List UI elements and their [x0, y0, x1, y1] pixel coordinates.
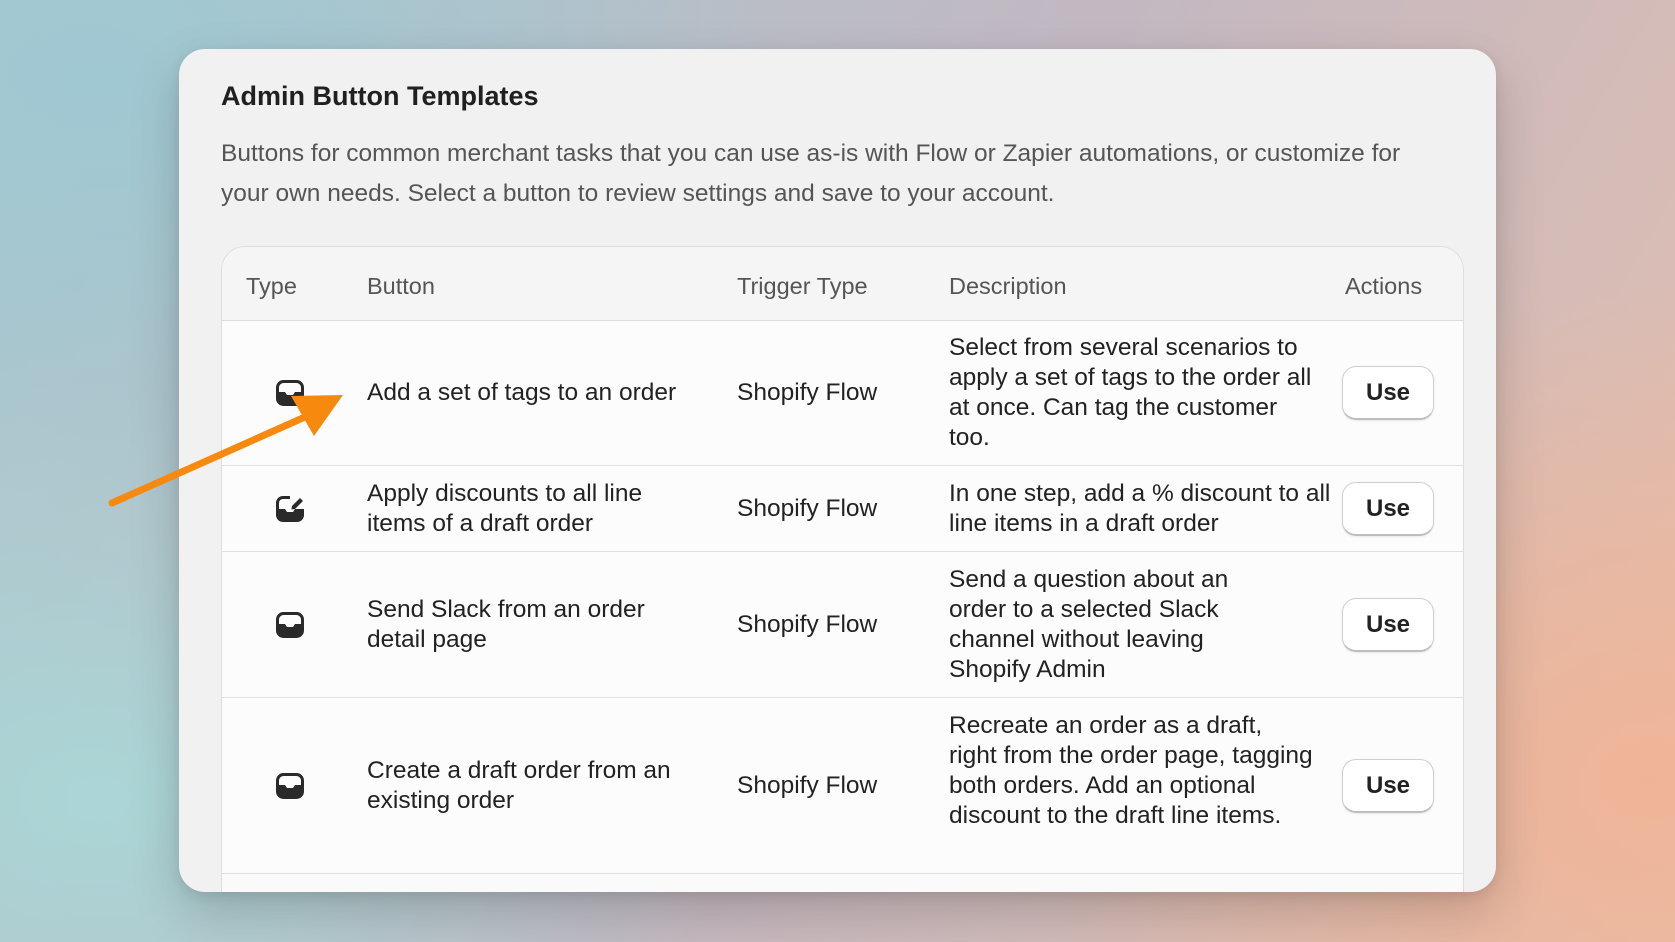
row-button-name: Send Slack from an order detail page: [367, 596, 645, 653]
use-button[interactable]: Use: [1342, 598, 1434, 652]
row-trigger-type: Shopify Flow: [737, 772, 878, 799]
card-description: Buttons for common merchant tasks that y…: [221, 140, 1401, 207]
templates-card: Admin Button Templates Buttons for commo…: [179, 49, 1496, 892]
card-title: Admin Button Templates: [221, 81, 539, 111]
header-type: Type: [246, 273, 297, 299]
inbox-icon: [276, 612, 304, 638]
row-description: Recreate an order as a draft, right from…: [949, 712, 1313, 829]
inbox-icon: [276, 380, 304, 406]
row-trigger-type: Shopify Flow: [737, 611, 878, 638]
row-description: In one step, add a % discount to all lin…: [949, 480, 1331, 537]
table-row[interactable]: Add a set of tags to an order Shopify Fl…: [222, 321, 1463, 466]
use-button[interactable]: Use: [1342, 759, 1434, 813]
use-button[interactable]: Use: [1342, 482, 1434, 536]
row-button-name: Apply discounts to all line items of a d…: [367, 480, 643, 537]
row-button-name: Create a draft order from an existing or…: [367, 757, 671, 814]
inbox-icon: [276, 773, 304, 799]
row-trigger-type: Shopify Flow: [737, 495, 878, 522]
table-row[interactable]: Send Slack from an order detail page Sho…: [222, 552, 1463, 698]
row-description: Select from several scenarios to apply a…: [949, 334, 1312, 451]
header-button: Button: [367, 273, 435, 299]
edit-order-icon: [276, 496, 304, 522]
table-header: Type Button Trigger Type Description Act…: [222, 247, 1463, 321]
header-trigger-type: Trigger Type: [737, 273, 868, 299]
templates-table: Type Button Trigger Type Description Act…: [221, 246, 1464, 892]
table-row[interactable]: Apply discounts to all line items of a d…: [222, 466, 1463, 552]
use-button[interactable]: Use: [1342, 366, 1434, 420]
header-description: Description: [949, 273, 1067, 299]
header-actions: Actions: [1345, 273, 1423, 299]
row-trigger-type: Shopify Flow: [737, 379, 878, 406]
row-description: Send a question about an order to a sele…: [949, 566, 1229, 683]
table-row[interactable]: Create a draft order from an existing or…: [222, 698, 1463, 874]
row-button-name: Add a set of tags to an order: [367, 379, 677, 406]
